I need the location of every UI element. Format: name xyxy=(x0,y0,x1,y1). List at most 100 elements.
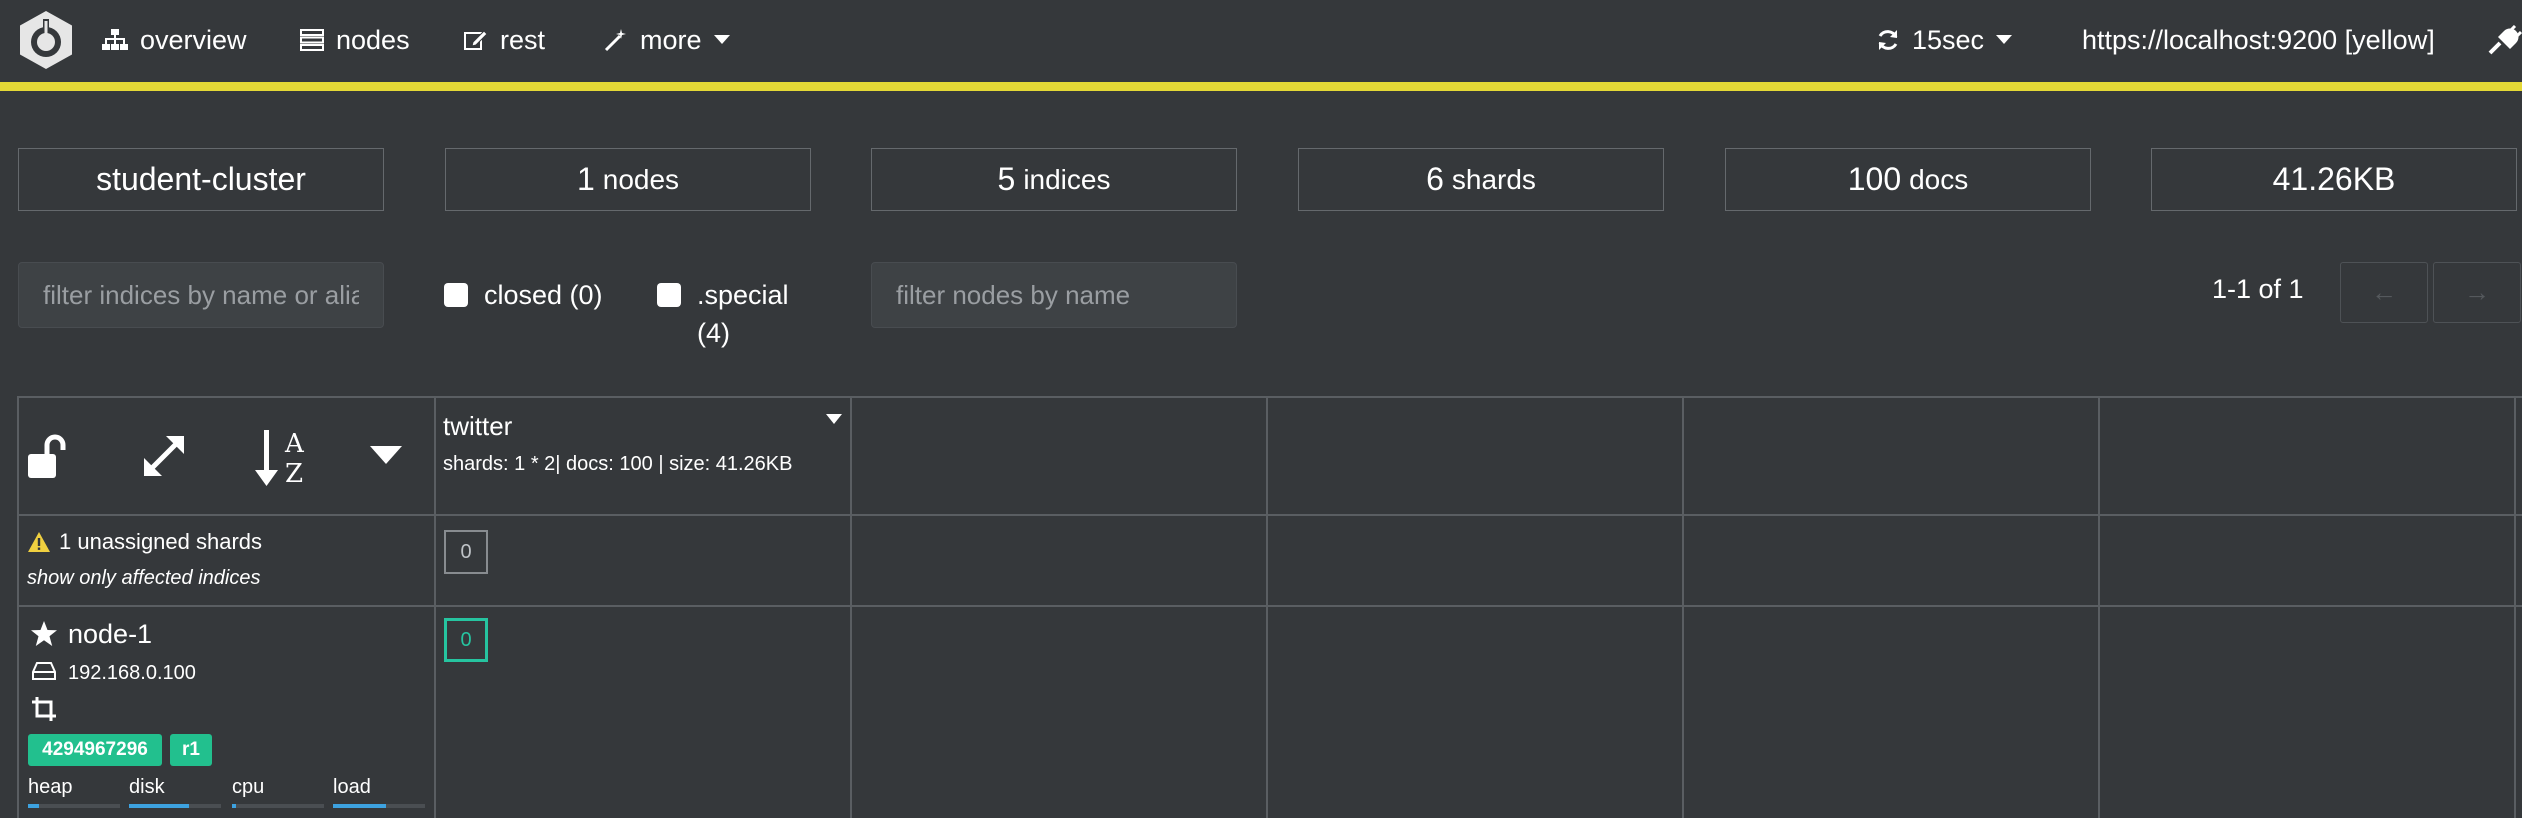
indices-count: 5 xyxy=(997,161,1016,197)
prev-page-button[interactable]: ← xyxy=(2340,262,2428,323)
nav-nodes[interactable]: nodes xyxy=(300,22,410,58)
index-menu-caret-icon[interactable] xyxy=(826,414,842,424)
unassigned-shards-text: 1 unassigned shards xyxy=(59,529,263,554)
star-icon xyxy=(31,621,57,646)
expand-icon[interactable] xyxy=(140,432,188,480)
grid-line xyxy=(1682,396,1684,818)
unlock-icon[interactable] xyxy=(27,434,73,480)
cpu-bar xyxy=(232,804,324,808)
unassigned-shard[interactable]: 0 xyxy=(444,530,488,574)
connection-url: https://localhost:9200 [yellow] xyxy=(2082,24,2435,55)
nav-rest-label: rest xyxy=(500,24,546,55)
heap-bar-fill xyxy=(28,804,40,808)
shards-count: 6 xyxy=(1426,161,1444,197)
unassigned-shards-info: 1 unassigned shards xyxy=(27,529,262,555)
node-role-text: r1 xyxy=(182,739,200,760)
cerebro-logo-icon[interactable] xyxy=(16,10,76,70)
filter-indices-input[interactable] xyxy=(18,262,384,328)
refresh-interval-dropdown[interactable]: 15sec xyxy=(1876,22,2013,58)
caret-down-icon xyxy=(1996,35,2013,44)
refresh-icon xyxy=(1878,30,1898,50)
cluster-size: 41.26KB xyxy=(2272,161,2396,197)
show-affected-indices-link[interactable]: show only affected indices xyxy=(27,567,260,590)
special-count: (4) xyxy=(697,318,730,348)
load-label: load xyxy=(333,776,371,798)
closed-label: closed (0) xyxy=(484,280,603,310)
grid-line xyxy=(17,396,19,818)
shards-count-box: 6 shards xyxy=(1298,148,1664,211)
cluster-name-box: student-cluster xyxy=(18,148,384,211)
sort-alpha-icon[interactable]: A Z xyxy=(255,426,311,488)
next-page-button[interactable]: → xyxy=(2433,262,2521,323)
filter-nodes-input[interactable] xyxy=(871,262,1237,328)
pagination-info: 1-1 of 1 xyxy=(2212,274,2304,304)
nav-more-dropdown[interactable]: more xyxy=(604,22,730,58)
grid-line xyxy=(17,514,2522,516)
load-bar-fill xyxy=(333,804,387,808)
indices-count-label: indices xyxy=(1023,163,1111,195)
grid-line xyxy=(850,396,852,818)
indices-count-box: 5 indices xyxy=(871,148,1237,211)
shards-count-label: shards xyxy=(1451,163,1536,195)
server-icon xyxy=(300,29,324,51)
shard-number: 0 xyxy=(460,540,472,563)
disk-bar-fill xyxy=(129,804,189,808)
grid-line xyxy=(17,605,2522,607)
load-bar xyxy=(333,804,425,808)
plug-icon xyxy=(2488,25,2522,55)
crop-icon xyxy=(32,697,56,721)
node-id-text: 4294967296 xyxy=(42,739,148,760)
cluster-status-bar xyxy=(0,82,2522,91)
hdd-icon xyxy=(32,662,56,680)
cpu-bar-fill xyxy=(232,804,236,808)
nodes-count-label: nodes xyxy=(602,163,680,195)
nodes-count-box: 1 nodes xyxy=(445,148,811,211)
shard-number: 0 xyxy=(460,628,472,651)
node-ip: 192.168.0.100 xyxy=(68,662,196,684)
cpu-label: cpu xyxy=(232,776,265,798)
nav-nodes-label: nodes xyxy=(336,24,410,55)
svg-text:A: A xyxy=(284,429,305,459)
magic-wand-icon xyxy=(604,29,626,52)
grid-line xyxy=(2098,396,2100,818)
cluster-connection[interactable]: https://localhost:9200 [yellow] xyxy=(2082,22,2435,58)
caret-down-icon xyxy=(713,35,730,44)
node-role-badge: r1 xyxy=(170,734,212,766)
arrow-left-icon: ← xyxy=(2371,277,2397,307)
size-box: 41.26KB xyxy=(2151,148,2517,211)
nodes-count: 1 xyxy=(576,161,595,197)
caret-down-icon[interactable] xyxy=(370,446,402,466)
disconnect-button[interactable] xyxy=(2488,22,2522,58)
docs-count-box: 100 docs xyxy=(1725,148,2091,211)
index-name[interactable]: twitter xyxy=(443,411,512,442)
grid-line xyxy=(2514,396,2516,818)
refresh-interval-label: 15sec xyxy=(1912,24,1985,55)
edit-icon xyxy=(464,30,488,50)
heap-bar xyxy=(28,804,120,808)
disk-bar xyxy=(129,804,221,808)
grid-line xyxy=(17,396,2522,398)
index-info: shards: 1 * 2| docs: 100 | size: 41.26KB xyxy=(443,453,793,475)
warning-icon xyxy=(28,532,50,552)
heap-label: heap xyxy=(28,776,73,798)
disk-label: disk xyxy=(129,776,165,798)
nav-more-label: more xyxy=(640,24,702,55)
nav-overview-label: overview xyxy=(140,24,247,55)
grid-line xyxy=(434,396,436,818)
top-navbar: overview nodes rest more 15sec https://l… xyxy=(0,0,2522,82)
nav-overview[interactable]: overview xyxy=(102,22,247,58)
svg-text:Z: Z xyxy=(285,459,303,488)
node-id-badge: 4294967296 xyxy=(28,734,162,766)
node-name[interactable]: node-1 xyxy=(68,619,152,650)
closed-checkbox[interactable] xyxy=(444,283,468,307)
nav-rest[interactable]: rest xyxy=(464,22,545,58)
grid-line xyxy=(1266,396,1268,818)
cluster-name: student-cluster xyxy=(96,161,306,197)
docs-count-label: docs xyxy=(1909,163,1969,195)
special-checkbox[interactable] xyxy=(657,283,681,307)
special-label: .special xyxy=(697,280,789,310)
sitemap-icon xyxy=(102,29,128,50)
arrow-right-icon: → xyxy=(2464,277,2490,307)
primary-shard[interactable]: 0 xyxy=(444,618,488,662)
docs-count: 100 xyxy=(1847,161,1902,197)
